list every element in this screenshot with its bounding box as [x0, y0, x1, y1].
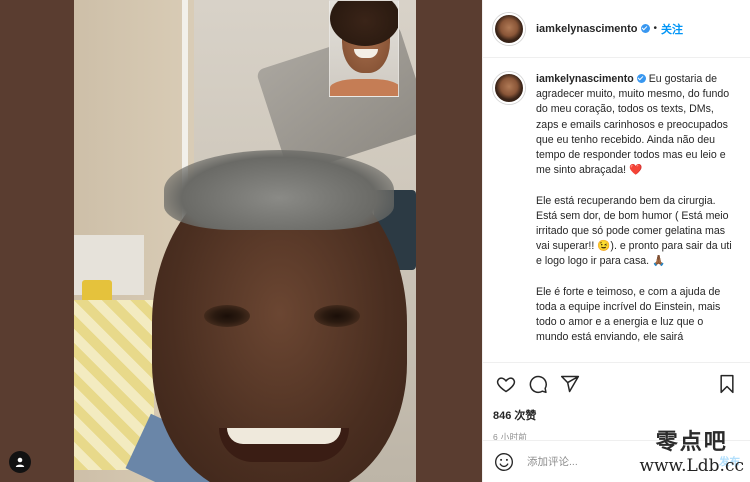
- patient-hair: [164, 150, 394, 230]
- comment-bubble-icon[interactable]: [525, 371, 551, 397]
- post-comment-button[interactable]: 发布: [719, 454, 740, 469]
- post-panel: iamkelynascimento • 关注 iamkelynascimento…: [482, 0, 750, 482]
- paper-plane-icon[interactable]: [557, 371, 583, 397]
- follow-button[interactable]: 关注: [661, 21, 683, 37]
- caption-avatar[interactable]: [493, 72, 525, 104]
- pip-shoulder: [330, 79, 398, 96]
- like-count[interactable]: 846 次赞: [493, 407, 740, 423]
- bookmark-icon[interactable]: [714, 371, 740, 397]
- post-header: iamkelynascimento • 关注: [483, 0, 750, 58]
- red-heart-emoji: ❤️: [629, 164, 643, 177]
- smile: [219, 428, 349, 462]
- post-media[interactable]: [0, 0, 482, 482]
- verified-badge-icon: [640, 24, 650, 33]
- caption-verified-icon: [636, 74, 646, 83]
- right-eye: [314, 305, 360, 327]
- smiley-icon[interactable]: [493, 451, 515, 473]
- caption-paragraph-1: Eu gostaria de agradecer muito, muito me…: [536, 73, 730, 177]
- action-icons: [493, 371, 740, 397]
- video-call-pip: [329, 0, 399, 97]
- caption-paragraph-3: Ele é forte e teimoso, e com a ajuda de …: [536, 285, 721, 344]
- action-bar: 846 次赞 6 小时前: [483, 362, 750, 443]
- caption-paragraph-2: Ele está recuperando bem da cirurgia. Es…: [536, 194, 732, 268]
- comment-input[interactable]: [527, 455, 719, 468]
- heart-icon[interactable]: [493, 371, 519, 397]
- separator-dot: •: [653, 23, 658, 34]
- caption-username[interactable]: iamkelynascimento: [536, 73, 634, 85]
- comment-form: 发布: [483, 440, 750, 482]
- person-tag-icon[interactable]: [9, 451, 31, 473]
- caption-area[interactable]: iamkelynascimento Eu gostaria de agradec…: [483, 58, 750, 362]
- caption-text: iamkelynascimento Eu gostaria de agradec…: [536, 72, 736, 346]
- caption-row: iamkelynascimento Eu gostaria de agradec…: [493, 72, 740, 346]
- username[interactable]: iamkelynascimento: [536, 23, 638, 35]
- avatar[interactable]: [493, 12, 525, 45]
- teeth: [227, 428, 341, 444]
- left-eye: [204, 305, 250, 327]
